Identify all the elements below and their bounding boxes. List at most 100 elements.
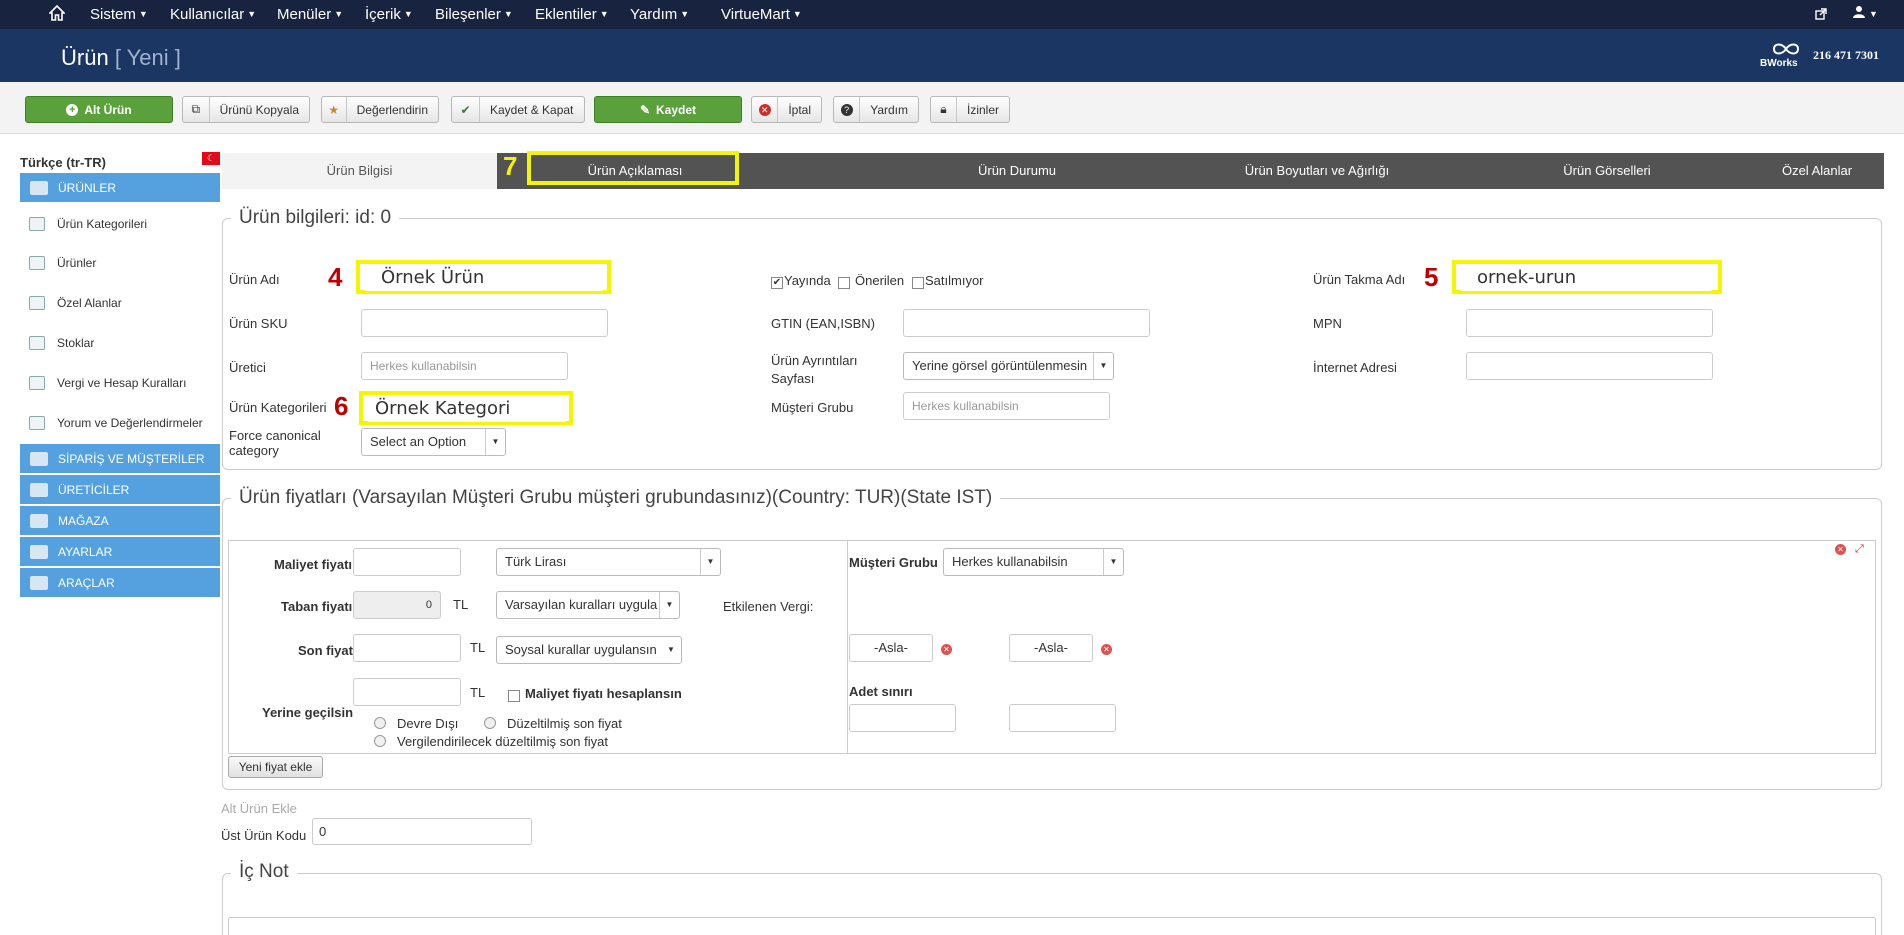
menu-icerik[interactable]: İçerik ▼ <box>365 6 413 23</box>
remove-price-icon[interactable]: ✕ <box>1835 544 1846 555</box>
sidebar-section-ureticiler[interactable]: ÜRETİCİLER <box>20 475 220 505</box>
date-from-input[interactable]: -Asla- <box>849 634 933 662</box>
menu-kullanicilar[interactable]: Kullanıcılar ▼ <box>170 6 256 23</box>
tab-urun-durumu[interactable]: Ürün Durumu <box>912 153 1122 189</box>
sidebar-section-araclar[interactable]: ARAÇLAR <box>20 568 220 598</box>
tab-urun-gorselleri[interactable]: Ürün Görselleri <box>1497 153 1717 189</box>
maliyet-input[interactable] <box>353 548 461 576</box>
duzeltilmis-radio[interactable] <box>484 717 496 729</box>
sidebar-section-siparis[interactable]: SİPARİŞ VE MÜŞTERİLER <box>20 444 220 474</box>
menu-bilesenler[interactable]: Bileşenler ▼ <box>435 6 513 23</box>
help-button[interactable]: ? Yardım <box>833 96 919 123</box>
ic-not-legend: İç Not <box>231 861 297 883</box>
satilmiyor-checkbox[interactable] <box>912 277 924 289</box>
rate-button[interactable]: ★ Değerlendirin <box>321 96 439 123</box>
maliyet-hesap-checkbox[interactable] <box>508 690 520 702</box>
currency-select[interactable]: Türk Lirası ▼ <box>496 548 721 576</box>
date-to-input[interactable]: -Asla- <box>1009 634 1093 662</box>
gtin-input[interactable] <box>903 309 1150 337</box>
adet-max-input[interactable] <box>1009 704 1116 732</box>
menu-eklentiler[interactable]: Eklentiler ▼ <box>535 6 609 23</box>
category-icon <box>29 217 45 231</box>
check-icon: ✔ <box>452 97 480 122</box>
cancel-button[interactable]: ✕ İptal <box>751 96 822 123</box>
chevron-down-icon: ▼ <box>659 592 679 618</box>
sidebar-item-urunler[interactable]: Ürünler <box>20 244 220 282</box>
mpn-input[interactable] <box>1466 309 1713 337</box>
devre-disi-radio[interactable] <box>374 717 386 729</box>
sidebar-section-urunler[interactable]: ÜRÜNLER <box>20 173 220 203</box>
expand-icon[interactable]: ⤢ <box>1855 543 1864 556</box>
price-musteri-grubu-select[interactable]: Herkes kullanabilsin ▼ <box>943 548 1124 576</box>
sidebar-item-kategoriler[interactable]: Ürün Kategorileri <box>20 205 220 243</box>
internet-input[interactable] <box>1466 352 1713 380</box>
alt-urun-ekle-label: Alt Ürün Ekle <box>221 801 297 816</box>
yerine-input[interactable] <box>353 678 461 706</box>
home-icon[interactable] <box>48 4 66 25</box>
chevron-down-icon: ▼ <box>1093 353 1113 379</box>
annotation-7: 7 <box>503 151 518 181</box>
sidebar-item-stoklar[interactable]: Stoklar <box>20 324 220 362</box>
son-rule-select[interactable]: Soysal kurallar uygulansın ▼ <box>496 636 682 664</box>
kategoriler-input[interactable]: Örnek Kategori <box>367 395 567 422</box>
vergilendirilecek-label: Vergilendirilecek düzeltilmiş son fiyat <box>397 734 608 749</box>
etkilenen-vergi-label: Etkilenen Vergi: <box>723 599 814 614</box>
external-link-icon[interactable] <box>1815 7 1827 24</box>
user-icon[interactable]: ▼ <box>1852 5 1878 23</box>
vergilendirilecek-radio[interactable] <box>374 735 386 747</box>
caret-down-icon: ▼ <box>667 645 675 654</box>
urun-adi-input[interactable]: Örnek Ürün <box>364 264 604 291</box>
taban-rule-select[interactable]: Varsayılan kuralları uygula ▼ <box>496 591 680 619</box>
ayrinti-label: Ürün Ayrıntıları Sayfası <box>771 353 858 386</box>
add-price-button[interactable]: Yeni fiyat ekle <box>228 756 323 778</box>
question-icon: ? <box>834 97 861 122</box>
star-icon: ★ <box>322 97 347 122</box>
tab-urun-bilgisi[interactable]: Ürün Bilgisi <box>222 153 497 189</box>
urun-sku-input[interactable] <box>361 309 608 337</box>
satilmiyor-label: Satılmıyor <box>925 273 984 288</box>
save-button[interactable]: ✎ Kaydet <box>594 96 742 123</box>
page-header: Ürün [ Yeni ] BWorks 216 471 7301 <box>0 29 1904 82</box>
ayrinti-select[interactable]: Yerine görsel görüntülenmesin ▼ <box>903 352 1114 380</box>
clear-date-from-icon[interactable]: ✕ <box>941 644 952 655</box>
product-info-legend: Ürün bilgileri: id: 0 <box>231 207 400 229</box>
canonical-select[interactable]: Select an Option ▼ <box>361 428 506 456</box>
menu-menuler[interactable]: Menüler ▼ <box>277 6 343 23</box>
kategoriler-label: Ürün Kategorileri <box>229 400 327 415</box>
menu-virtuemart[interactable]: VirtueMart ▼ <box>721 6 802 23</box>
ust-kod-label: Üst Ürün Kodu <box>221 828 307 843</box>
copy-product-button[interactable]: ⧉ Ürünü Kopyala <box>182 96 310 123</box>
tab-urun-boyutlari[interactable]: Ürün Boyutları ve Ağırlığı <box>1167 153 1467 189</box>
save-close-button[interactable]: ✔ Kaydet & Kapat <box>451 96 585 123</box>
sidebar-item-yorum[interactable]: Yorum ve Değerlendirmeler <box>20 404 220 442</box>
adet-min-input[interactable] <box>849 704 956 732</box>
copy-icon: ⧉ <box>183 97 210 122</box>
ust-kod-input[interactable]: 0 <box>312 818 532 845</box>
clear-date-to-icon[interactable]: ✕ <box>1101 644 1112 655</box>
ic-not-textarea[interactable] <box>228 917 1876 935</box>
menu-sistem[interactable]: Sistem ▼ <box>90 6 148 23</box>
tab-ozel-alanlar[interactable]: Özel Alanlar <box>1752 153 1882 189</box>
menu-yardim[interactable]: Yardım ▼ <box>630 6 689 23</box>
sidebar-item-ozel-alanlar[interactable]: Özel Alanlar <box>20 284 220 322</box>
maliyet-hesap-label: Maliyet fiyatı hesaplansın <box>525 686 682 701</box>
taban-label: Taban fiyatı <box>281 599 353 614</box>
taban-tl: TL <box>453 597 469 612</box>
plus-circle-icon: + <box>66 103 79 116</box>
sidebar-section-magaza[interactable]: MAĞAZA <box>20 506 220 536</box>
chevron-down-icon: ▼ <box>1103 549 1123 575</box>
yayinda-checkbox[interactable]: ✔ <box>771 277 783 289</box>
yerine-label: Yerine geçilsin <box>262 705 354 720</box>
uretici-input[interactable]: Herkes kullanabilsin <box>361 352 568 380</box>
sidebar-section-ayarlar[interactable]: AYARLAR <box>20 537 220 567</box>
tools-icon <box>30 575 48 590</box>
musteri-grubu-input[interactable]: Herkes kullanabilsin <box>903 392 1110 420</box>
takma-adi-input[interactable]: ornek-urun <box>1460 264 1713 291</box>
son-input[interactable] <box>353 634 461 662</box>
onerilen-checkbox[interactable] <box>838 277 850 289</box>
internet-label: İnternet Adresi <box>1313 360 1397 375</box>
prices-legend: Ürün fiyatları (Varsayılan Müşteri Grubu… <box>231 487 1001 509</box>
alt-urun-button[interactable]: + Alt Ürün <box>25 96 173 123</box>
permissions-button[interactable]: 🔒︎ İzinler <box>930 96 1010 123</box>
sidebar-item-vergi[interactable]: Vergi ve Hesap Kuralları <box>20 364 220 402</box>
